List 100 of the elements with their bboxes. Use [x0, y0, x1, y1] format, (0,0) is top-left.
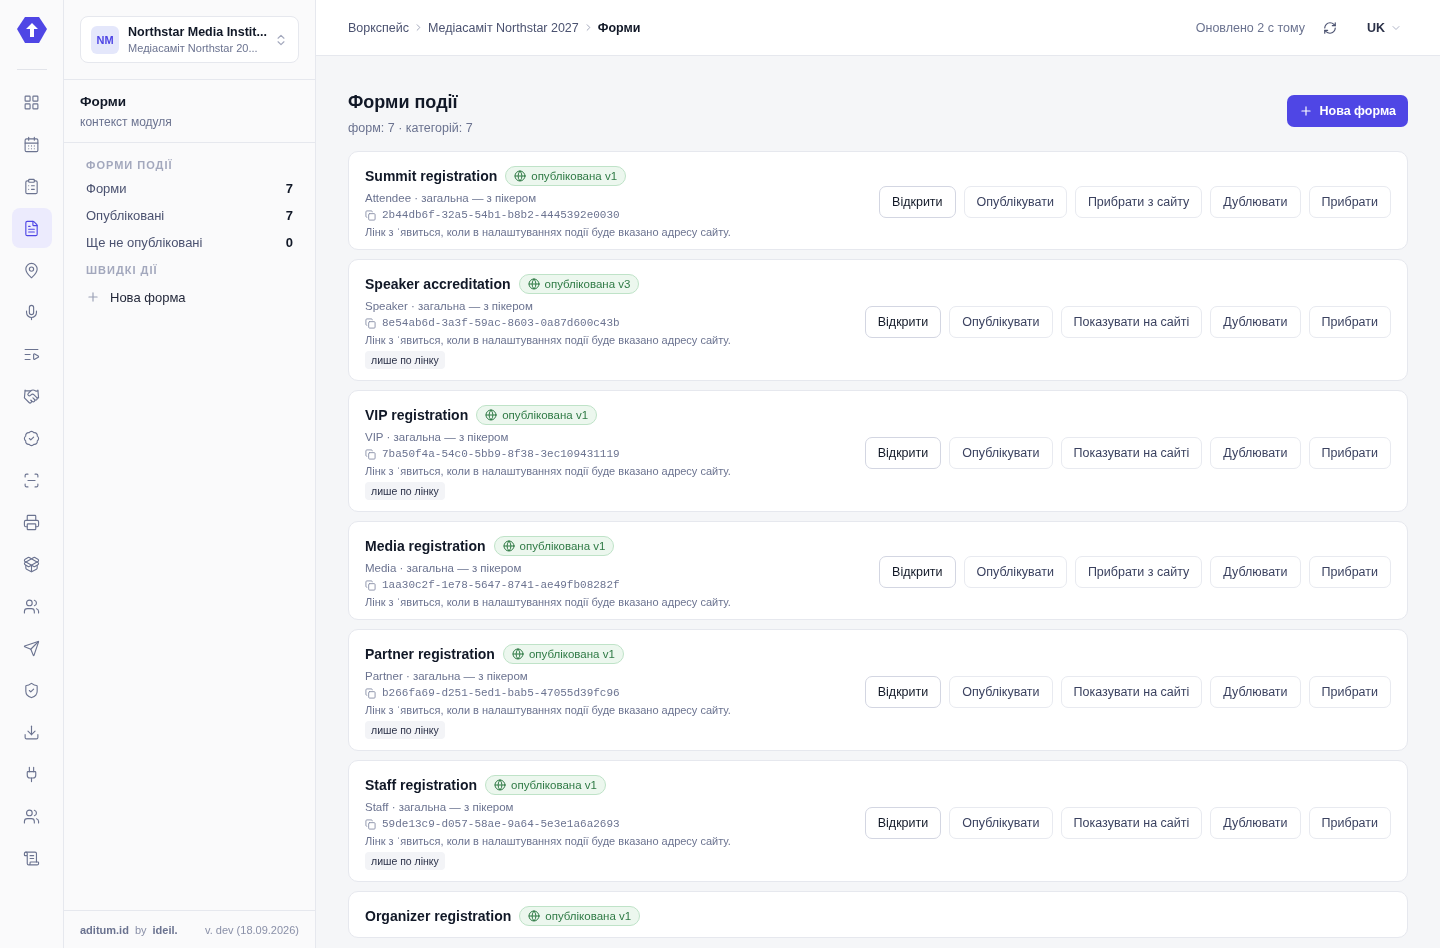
- plus-icon: [86, 290, 100, 304]
- action-button[interactable]: Прибрати: [1308, 556, 1391, 588]
- copy-icon[interactable]: [365, 579, 376, 591]
- form-title: VIP registration: [365, 407, 469, 423]
- form-meta: Media · загальна — з пікером: [365, 562, 523, 574]
- action-button[interactable]: Показувати на сайті: [1060, 436, 1203, 469]
- scroll-icon: [23, 849, 40, 867]
- status-badge: опублікована v3: [518, 274, 640, 294]
- action-button[interactable]: Дублювати: [1210, 556, 1301, 588]
- action-button[interactable]: Прибрати: [1308, 305, 1391, 338]
- workspace-name: Northstar Media Instit...: [128, 25, 265, 39]
- section-heading: ФОРМИ ПОДІЇ: [86, 158, 174, 173]
- status-badge: опублікована v1: [485, 775, 606, 795]
- globe-icon: [527, 278, 540, 290]
- action-button[interactable]: Дублювати: [1210, 436, 1301, 469]
- globe-icon: [528, 910, 541, 922]
- status-badge: опублікована v1: [502, 644, 624, 664]
- form-meta: VIP · загальна — з пікером: [365, 431, 510, 443]
- visibility-tag: лише по лінку: [365, 721, 445, 739]
- map-pin-icon: [23, 261, 40, 279]
- sidebar-item-label: Опубліковані: [86, 208, 165, 223]
- form-id: b266fa69-d251-5ed1-bab5-47055d39fc96: [382, 687, 620, 699]
- action-button[interactable]: Дублювати: [1210, 806, 1301, 839]
- link-note: Лінк з ˈявиться, коли в налаштуваннях події буде вказано адресу сайту.: [365, 596, 732, 608]
- nav-rail-button[interactable]: [11, 208, 52, 248]
- action-button[interactable]: Відкрити: [864, 675, 942, 708]
- module-subtitle: контекст модуля: [80, 115, 173, 129]
- action-button[interactable]: Прибрати: [1308, 675, 1391, 708]
- action-button[interactable]: Показувати на сайті: [1060, 305, 1203, 338]
- section-heading: ШВИДКІ ДІЇ: [86, 263, 159, 278]
- action-button[interactable]: Показувати на сайті: [1060, 806, 1203, 839]
- action-button[interactable]: Відкрити: [864, 806, 942, 839]
- action-button[interactable]: Показувати на сайті: [1060, 675, 1203, 708]
- item-count: 7: [285, 208, 293, 223]
- form-id: 8e54ab6d-3a3f-59ac-8603-0a87d600c43b: [382, 317, 620, 329]
- action-button[interactable]: Прибрати: [1308, 436, 1391, 469]
- page-summary: форм: 7 · категорій: 7: [348, 121, 473, 135]
- package-icon: [23, 555, 40, 573]
- action-button[interactable]: Опублікувати: [949, 806, 1053, 839]
- visibility-tag: лише по лінку: [365, 852, 445, 870]
- sidebar-item-label: Форми: [86, 181, 127, 196]
- event-name: Медіасаміт Northstar 20...: [128, 42, 259, 54]
- sidebar-item[interactable]: Форми 7: [86, 175, 293, 202]
- action-button[interactable]: Дублювати: [1210, 305, 1301, 338]
- breadcrumb-link[interactable]: Форми: [597, 20, 641, 35]
- form-meta: Staff · загальна — з пікером: [365, 801, 515, 813]
- scan-icon: [23, 471, 40, 489]
- sidebar-item-label: Ще не опубліковані: [86, 235, 203, 250]
- breadcrumb-link[interactable]: Воркспейс: [348, 20, 410, 35]
- copy-icon[interactable]: [365, 209, 376, 221]
- action-button[interactable]: Відкрити: [879, 186, 956, 218]
- users-icon: [23, 597, 40, 615]
- globe-icon: [494, 779, 506, 791]
- item-count: 7: [285, 181, 293, 196]
- action-button[interactable]: Прибрати: [1308, 186, 1391, 218]
- link-note: Лінк з ˈявиться, коли в налаштуваннях події буде вказано адресу сайту.: [365, 704, 732, 716]
- refresh-icon: [1322, 20, 1337, 35]
- action-button[interactable]: Дублювати: [1210, 186, 1301, 218]
- language-select[interactable]: UK: [1360, 19, 1408, 36]
- copy-icon[interactable]: [365, 317, 376, 329]
- version-text: v. dev (18.09.2026): [205, 923, 299, 936]
- sidebar-item[interactable]: Ще не опубліковані 0: [86, 229, 293, 256]
- printer-icon: [23, 513, 40, 531]
- quick-action-link[interactable]: Нова форма: [86, 282, 293, 312]
- link-note: Лінк з ˈявиться, коли в налаштуваннях події буде вказано адресу сайту.: [365, 334, 732, 346]
- status-badge: опублікована v1: [493, 536, 615, 556]
- action-button[interactable]: Прибрати з сайту: [1074, 556, 1203, 588]
- copy-icon[interactable]: [365, 687, 376, 699]
- form-id: 2b44db6f-32a5-54b1-b8b2-4445392e0030: [382, 209, 620, 221]
- action-button[interactable]: Опублікувати: [949, 675, 1053, 708]
- copy-icon[interactable]: [365, 448, 376, 460]
- workspace-switcher[interactable]: NM Northstar Media Instit... Медіасаміт Northstar 20...: [80, 16, 299, 63]
- item-count: 0: [285, 235, 293, 250]
- action-button[interactable]: Опублікувати: [963, 186, 1067, 218]
- badge-check-icon: [23, 429, 40, 447]
- breadcrumb-link[interactable]: Медіасаміт Northstar 2027: [428, 20, 579, 35]
- page-title: Форми події: [348, 92, 459, 113]
- link-note: Лінк з ˈявиться, коли в налаштуваннях події буде вказано адресу сайту.: [365, 226, 732, 238]
- copy-icon[interactable]: [365, 818, 376, 830]
- logo-icon[interactable]: [16, 16, 47, 44]
- action-button[interactable]: Відкрити: [879, 556, 956, 588]
- action-button[interactable]: Дублювати: [1210, 675, 1301, 708]
- action-button[interactable]: Опублікувати: [949, 436, 1053, 469]
- action-button[interactable]: Опублікувати: [949, 305, 1053, 338]
- new-form-button[interactable]: Нова форма: [1287, 95, 1408, 127]
- action-button[interactable]: Опублікувати: [963, 556, 1067, 588]
- action-button[interactable]: Прибрати: [1308, 806, 1391, 839]
- status-badge: опублікована v1: [519, 906, 641, 926]
- globe-icon: [511, 648, 524, 660]
- action-button[interactable]: Відкрити: [864, 436, 942, 469]
- microphone-icon: [23, 303, 40, 321]
- form-meta: Partner · загальна — з пікером: [365, 670, 529, 682]
- action-button[interactable]: Прибрати з сайту: [1074, 186, 1203, 218]
- form-title: Organizer registration: [365, 908, 512, 924]
- globe-icon: [514, 170, 527, 182]
- shield-icon: [23, 681, 40, 699]
- action-button[interactable]: Відкрити: [864, 305, 942, 338]
- document-icon: [23, 219, 40, 237]
- sidebar-item[interactable]: Опубліковані 7: [86, 202, 293, 229]
- by-text: by: [134, 923, 147, 936]
